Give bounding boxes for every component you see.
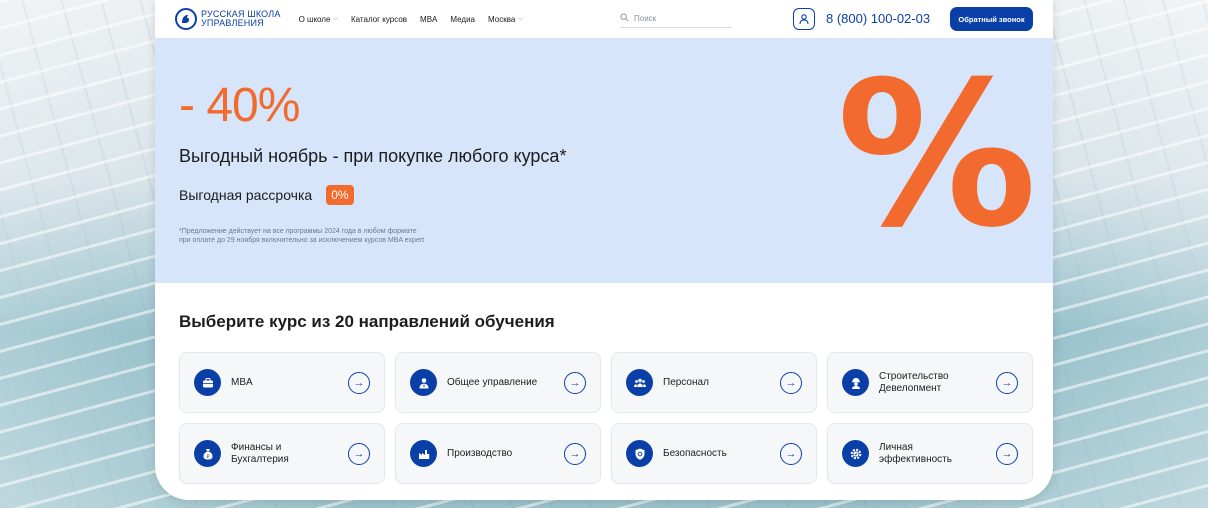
arrow-right-icon[interactable]: →	[564, 442, 586, 465]
arrow-right-icon[interactable]: →	[564, 371, 586, 394]
course-card-mba[interactable]: MBA →	[179, 352, 385, 413]
logo-text: РУССКАЯ ШКОЛА УПРАВЛЕНИЯ	[201, 10, 281, 28]
nav-about-label: О школе	[298, 14, 331, 24]
promo-title: Выгодный ноябрь - при покупке любого кур…	[179, 146, 567, 166]
page-frame: РУССКАЯ ШКОЛА УПРАВЛЕНИЯ О школе ⌵ Катал…	[155, 0, 1053, 500]
nav-mba[interactable]: MBA	[420, 15, 437, 24]
search-input[interactable]: Поиск	[620, 10, 732, 28]
search-icon	[620, 13, 629, 24]
course-card-general-management[interactable]: Общее управление →	[395, 352, 601, 413]
course-card-label: Персонал	[663, 376, 709, 388]
course-card-construction[interactable]: Строительство Девелопмент →	[827, 352, 1033, 413]
promo-footnote-line-2: при оплате до 29 ноября включительно за …	[179, 237, 425, 244]
builder-icon	[842, 369, 869, 396]
course-card-personal-effectiveness[interactable]: Личная эффективность →	[827, 423, 1033, 484]
arrow-right-icon[interactable]: →	[996, 442, 1018, 465]
arrow-right-icon[interactable]: →	[780, 442, 802, 465]
promo-footnote: *Предложение действует на все программы …	[179, 227, 424, 245]
arrow-right-icon[interactable]: →	[780, 371, 802, 394]
nav-city-select[interactable]: Москва ⌵	[488, 15, 523, 24]
percent-graphic: %	[836, 39, 1037, 272]
course-card-label: Строительство Девелопмент	[879, 370, 949, 394]
arrow-right-icon[interactable]: →	[348, 371, 370, 394]
course-card-label: Производство	[447, 447, 513, 459]
team-icon	[626, 369, 653, 396]
phone-link[interactable]: 8 (800) 100-02-03	[826, 11, 930, 26]
installment-label: Выгодная рассрочка	[179, 187, 313, 203]
promo-footnote-line-1: *Предложение действует на все программы …	[179, 228, 417, 235]
svg-text:₽: ₽	[206, 453, 209, 459]
user-icon	[799, 14, 809, 25]
courses-heading: Выберите курс из 20 направлений обучения	[179, 312, 555, 331]
nav-mba-label: MBA	[420, 14, 438, 24]
course-card-label: Личная эффективность	[879, 441, 952, 465]
logo-emblem-icon	[175, 8, 197, 30]
nav-media-label: Медиа	[450, 14, 475, 24]
nav-catalog[interactable]: Каталог курсов	[351, 15, 407, 24]
callback-button[interactable]: Обратный звонок	[950, 7, 1033, 31]
gear-check-icon	[842, 440, 869, 467]
logo-line-2: УПРАВЛЕНИЯ	[201, 18, 264, 28]
arrow-right-icon[interactable]: →	[348, 442, 370, 465]
chevron-down-icon: ⌵	[518, 15, 523, 22]
nav-city-label: Москва	[488, 14, 516, 24]
promo-banner[interactable]: - 40% Выгодный ноябрь - при покупке любо…	[155, 38, 1053, 283]
course-card-personnel[interactable]: Персонал →	[611, 352, 817, 413]
course-card-security[interactable]: Безопасность →	[611, 423, 817, 484]
money-bag-icon: ₽	[194, 440, 221, 467]
logo[interactable]: РУССКАЯ ШКОЛА УПРАВЛЕНИЯ	[175, 8, 281, 30]
course-directions-grid: MBA → Общее управление → Персонал → Стро…	[179, 352, 1035, 484]
briefcase-icon	[194, 369, 221, 396]
arrow-right-icon[interactable]: →	[996, 371, 1018, 394]
course-card-label: Безопасность	[663, 447, 727, 459]
chevron-down-icon: ⌵	[333, 15, 338, 22]
nav-about[interactable]: О школе ⌵	[299, 15, 338, 24]
manager-icon	[410, 369, 437, 396]
course-card-label: Финансы и Бухгалтерия	[231, 441, 289, 465]
nav-catalog-label: Каталог курсов	[350, 14, 408, 24]
course-card-finance[interactable]: ₽ Финансы и Бухгалтерия →	[179, 423, 385, 484]
promo-installment: Выгодная рассрочка 0%	[179, 185, 354, 205]
shield-icon	[626, 440, 653, 467]
course-card-production[interactable]: Производство →	[395, 423, 601, 484]
installment-badge: 0%	[326, 185, 354, 205]
factory-icon	[410, 440, 437, 467]
course-card-label: Общее управление	[447, 376, 538, 388]
search-placeholder: Поиск	[634, 14, 657, 23]
account-button[interactable]	[793, 8, 815, 30]
course-card-label: MBA	[231, 376, 253, 388]
site-header: РУССКАЯ ШКОЛА УПРАВЛЕНИЯ О школе ⌵ Катал…	[155, 0, 1053, 38]
nav-media[interactable]: Медиа	[450, 15, 475, 24]
main-nav: О школе ⌵ Каталог курсов MBA Медиа Москв…	[299, 15, 523, 24]
promo-discount: - 40%	[179, 79, 300, 132]
